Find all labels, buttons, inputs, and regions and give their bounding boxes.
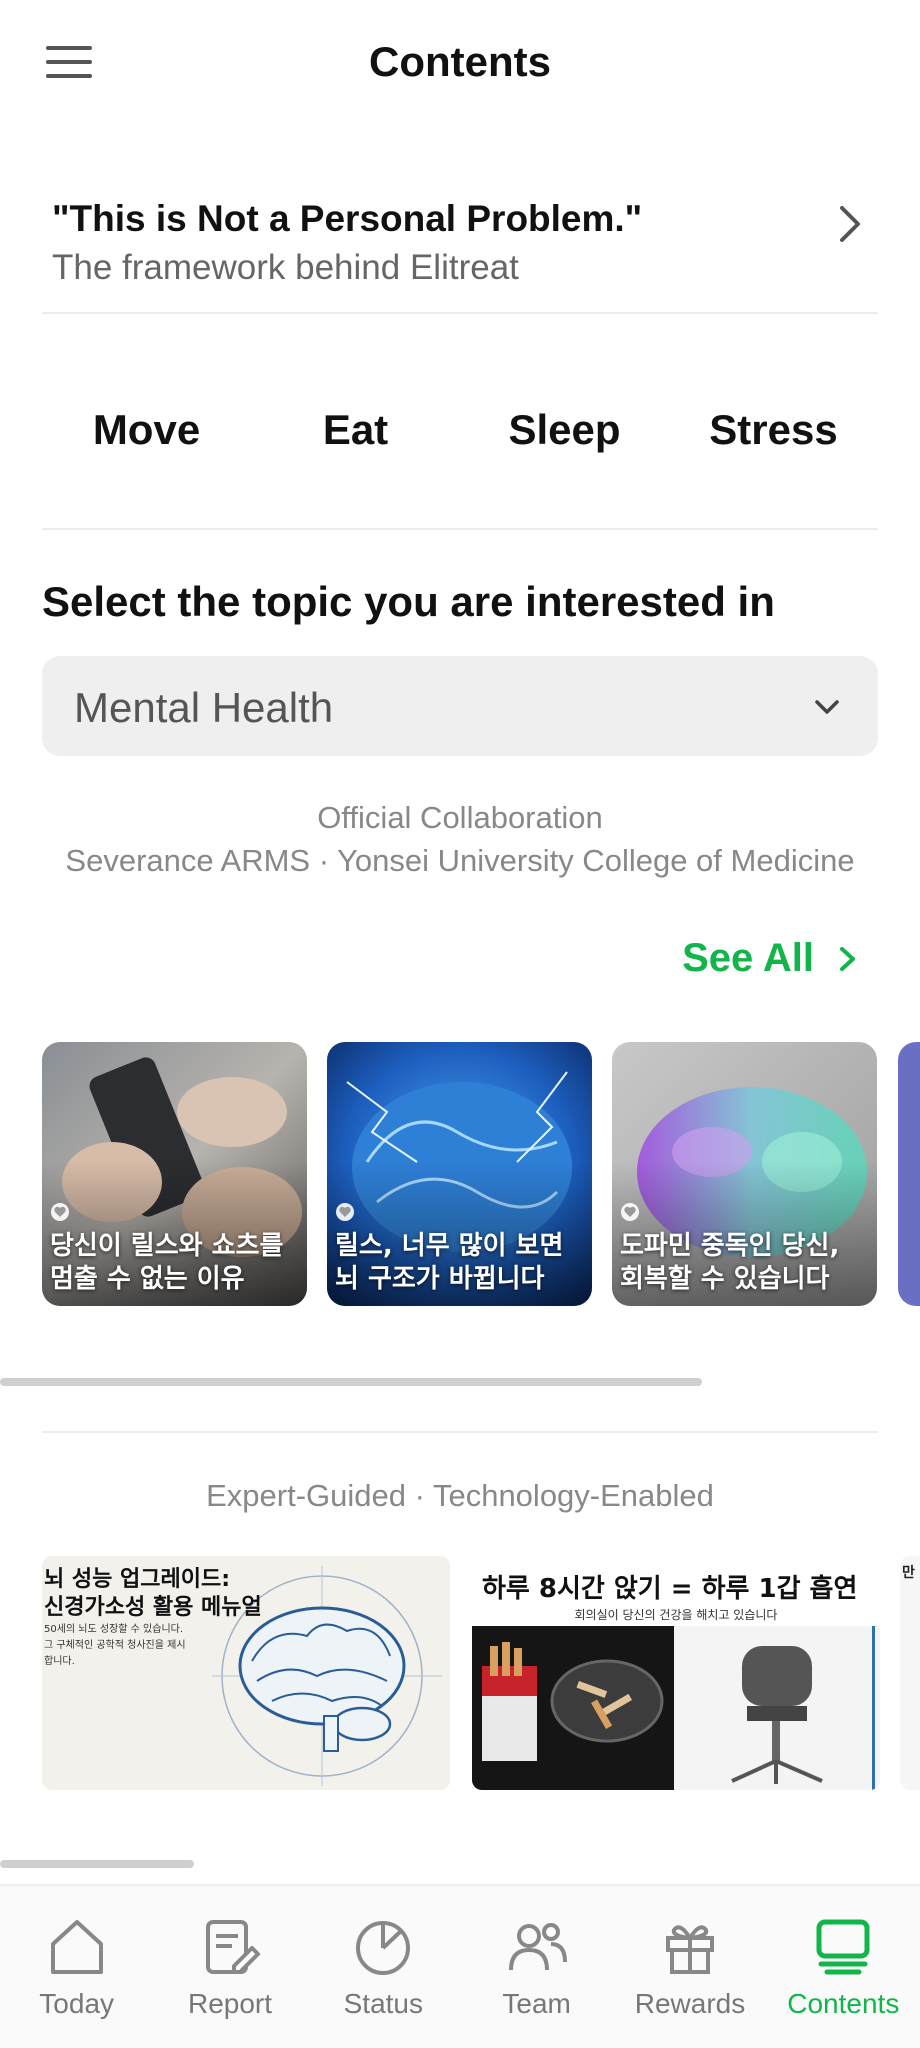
nav-label: Report [187, 1988, 273, 2019]
chevron-right-icon [840, 946, 855, 971]
card-carousel-scrollbar[interactable] [0, 1378, 702, 1386]
poster-title: 뇌 성능 업그레이드: 신경가소성 활용 메뉴얼 [44, 1566, 262, 1622]
poster-card[interactable]: 하루 8시간 앉기 = 하루 1갑 흡연 회의실이 당신의 건강을 해치고 있습… [472, 1556, 880, 1790]
see-all-label: See All [682, 936, 814, 980]
poster-title-line: 뇌 성능 업그레이드: [44, 1567, 231, 1592]
poster-carousel[interactable]: 뇌 성능 업그레이드: 신경가소성 활용 메뉴얼 50세의 뇌도 성장할 수 있… [42, 1556, 920, 1790]
poster-title: 하루 8시간 앉기 = 하루 1갑 흡연 [482, 1574, 858, 1604]
poster-title-line: 신경가소성 활용 메뉴얼 [44, 1595, 262, 1620]
heart-logo-icon [336, 1203, 354, 1221]
gift-icon [665, 1925, 714, 1974]
nav-item-rewards[interactable]: Rewards [613, 1886, 766, 2048]
banner-title: "This is Not a Personal Problem." [52, 198, 643, 239]
nav-item-report[interactable]: Report [153, 1886, 306, 2048]
poster-subtitle: 회의실이 당신의 건강을 해치고 있습니다 [574, 1608, 778, 1622]
content-card-partial[interactable] [898, 1042, 920, 1306]
tab-stress[interactable]: Stress [669, 380, 878, 528]
card-title: 당신이 릴스와 쇼츠를 멈출 수 없는 이유 [50, 1231, 284, 1294]
bottom-navigation: Today Report Status Team Rewards Content… [0, 1884, 920, 2048]
header: Contents [0, 0, 920, 126]
cigarettes-vs-chair-image [472, 1626, 880, 1790]
collaboration-label: Official Collaboration [317, 800, 603, 835]
content-card[interactable]: 릴스, 너무 많이 보면 뇌 구조가 바뀝니다 [327, 1042, 592, 1306]
poster-description: 50세의 뇌도 성장할 수 있습니다. 그 구체적인 공학적 청사진을 제시합니… [44, 1624, 186, 1667]
report-edit-icon [205, 1920, 260, 1974]
topic-heading: Select the topic you are interested in [42, 578, 775, 625]
contents-monitor-icon [816, 1919, 870, 1975]
card-title: 릴스, 너무 많이 보면 뇌 구조가 바뀝니다 [335, 1231, 564, 1294]
banner-subtitle: The framework behind Elitreat [52, 248, 519, 287]
nav-label: Today [39, 1988, 115, 2019]
home-icon [50, 1920, 103, 1974]
tab-move[interactable]: Move [42, 380, 251, 528]
content-card-carousel[interactable]: 당신이 릴스와 쇼츠를 멈출 수 없는 이유 릴스, 너무 많이 보면 뇌 구조… [42, 1042, 920, 1306]
topic-selected-value: Mental Health [74, 684, 334, 731]
category-tabs: Move Eat Sleep Stress [42, 380, 878, 530]
tab-sleep[interactable]: Sleep [460, 380, 669, 528]
nav-label: Status [343, 1988, 424, 2019]
tab-eat[interactable]: Eat [251, 380, 460, 528]
topic-dropdown[interactable]: Mental Health [42, 656, 878, 756]
heart-logo-icon [621, 1203, 639, 1221]
nav-item-team[interactable]: Team [460, 1886, 613, 2048]
poster-title: 만 [902, 1565, 915, 1581]
poster-card-partial[interactable]: 만 [900, 1556, 920, 1790]
nav-label: Contents [787, 1988, 900, 2019]
content-card[interactable]: 도파민 중독인 당신, 회복할 수 있습니다 [612, 1042, 877, 1306]
poster-carousel-scrollbar[interactable] [0, 1860, 194, 1868]
team-people-icon [508, 1923, 567, 1971]
heart-logo-icon [51, 1203, 69, 1221]
collaboration-partners: Severance ARMS · Yonsei University Colle… [65, 843, 855, 878]
nav-label: Rewards [634, 1988, 746, 2019]
nav-label: Team [502, 1988, 571, 2019]
pie-chart-icon [356, 1921, 411, 1975]
chevron-right-icon [840, 206, 860, 242]
poster-card[interactable]: 뇌 성능 업그레이드: 신경가소성 활용 메뉴얼 50세의 뇌도 성장할 수 있… [42, 1556, 450, 1790]
see-all-button[interactable]: See All [682, 936, 860, 981]
divider [42, 1431, 878, 1433]
partial-card-image [898, 1042, 920, 1306]
chevron-down-icon [815, 700, 839, 714]
page-title: Contents [369, 38, 551, 85]
card-title: 도파민 중독인 당신, 회복할 수 있습니다 [620, 1231, 840, 1294]
expert-guided-label: Expert-Guided · Technology-Enabled [206, 1478, 714, 1513]
content-card[interactable]: 당신이 릴스와 쇼츠를 멈출 수 없는 이유 [42, 1042, 307, 1306]
nav-item-contents[interactable]: Contents [767, 1886, 920, 2048]
nav-item-today[interactable]: Today [0, 1886, 153, 2048]
framework-banner[interactable]: "This is Not a Personal Problem." The fr… [42, 190, 878, 314]
nav-item-status[interactable]: Status [307, 1886, 460, 2048]
